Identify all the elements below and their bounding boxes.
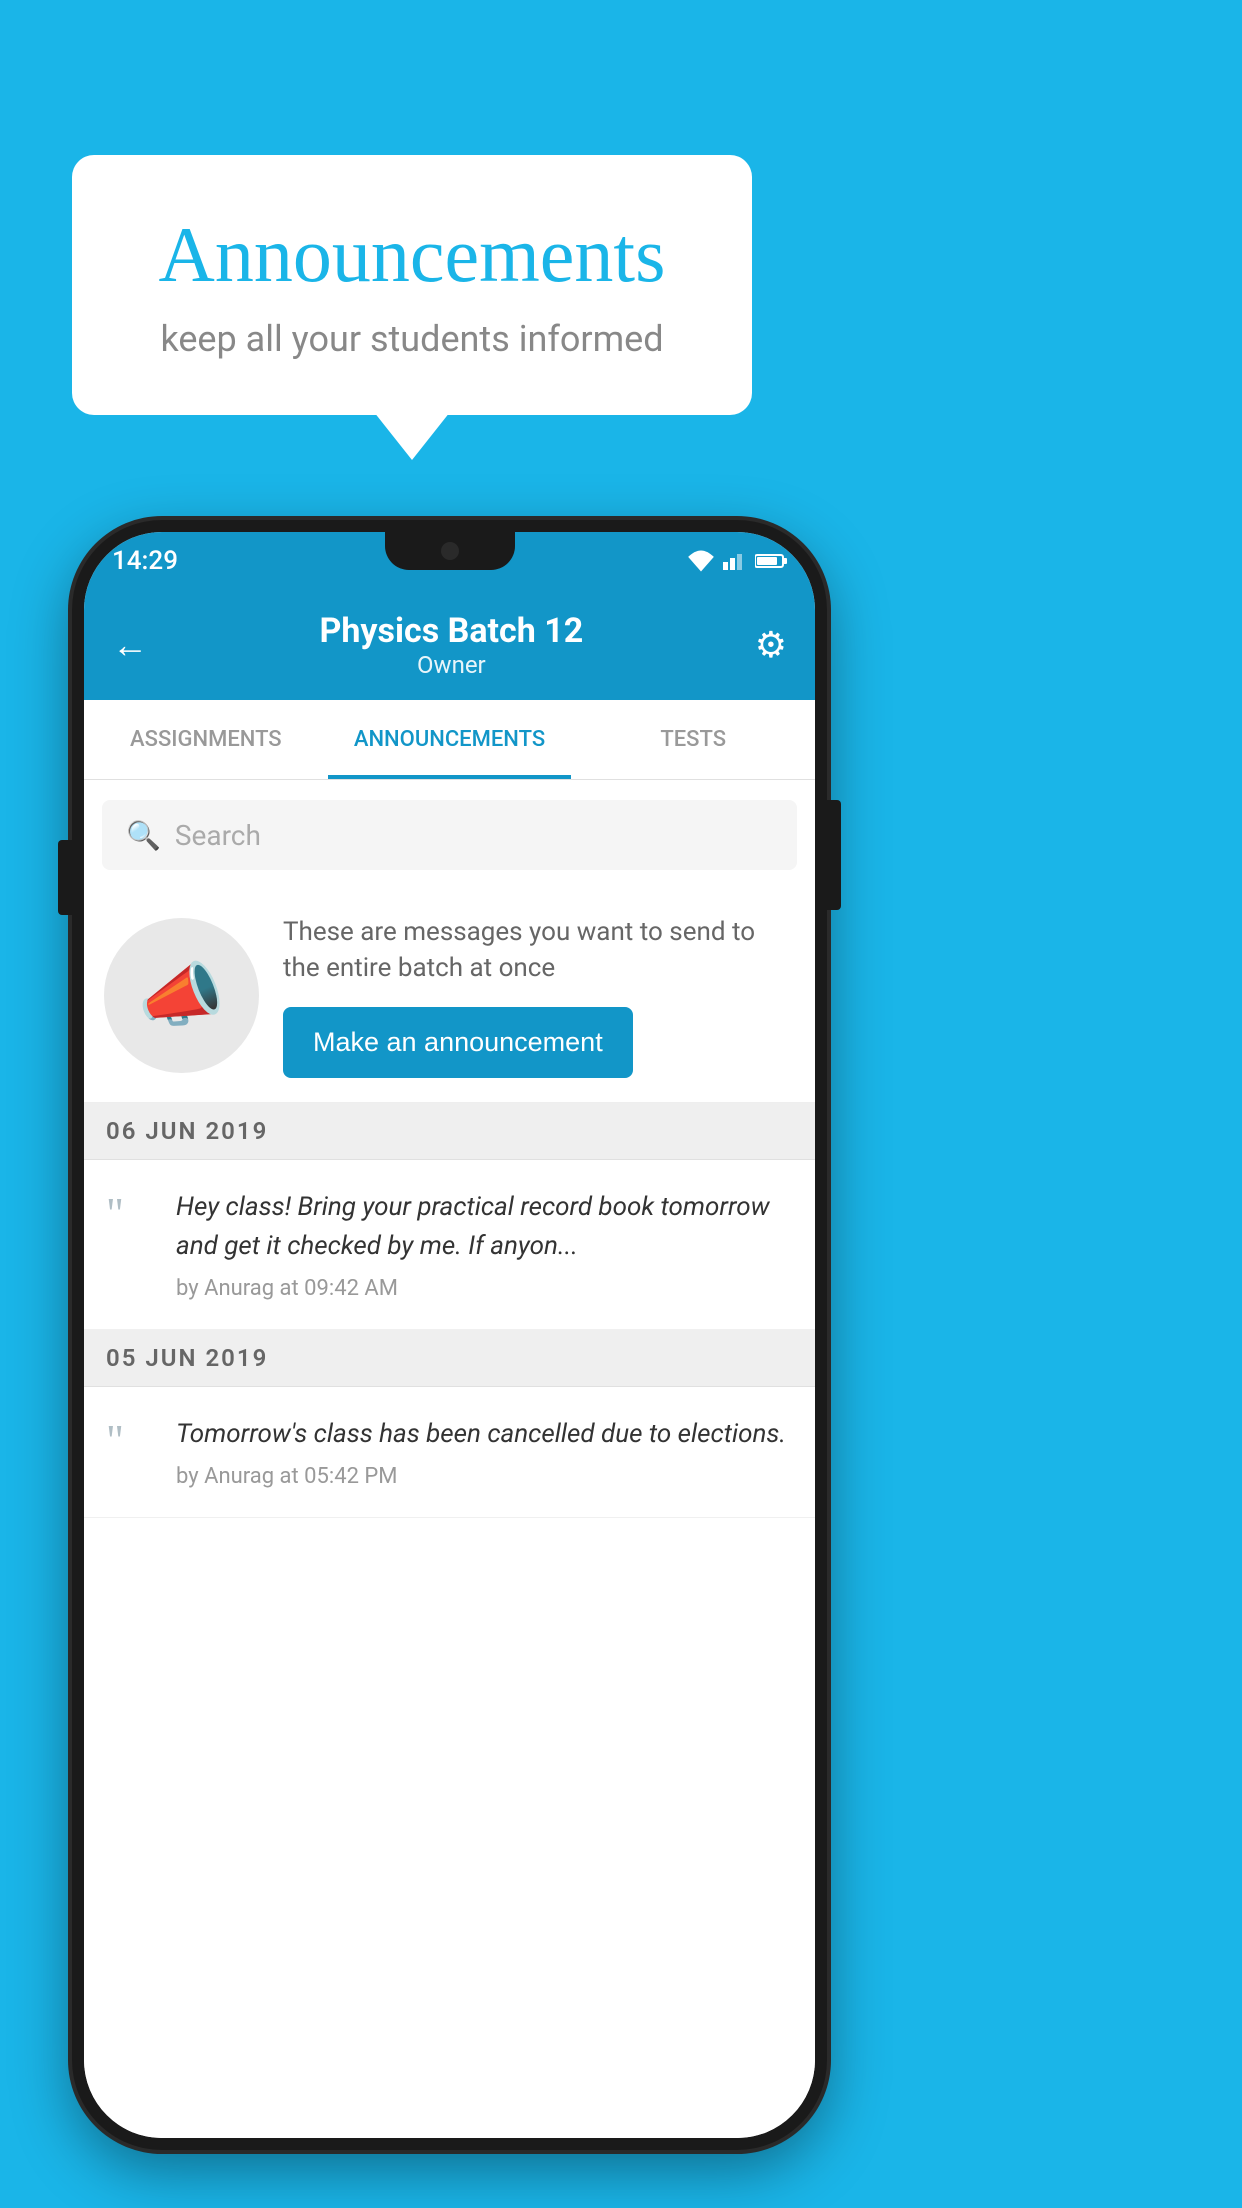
tab-announcements[interactable]: ANNOUNCEMENTS (328, 700, 572, 779)
tab-assignments[interactable]: ASSIGNMENTS (84, 700, 328, 779)
status-icons (687, 550, 787, 572)
speech-bubble-container: Announcements keep all your students inf… (72, 155, 752, 415)
date-separator-1: 06 JUN 2019 (84, 1103, 815, 1160)
make-announcement-button[interactable]: Make an announcement (283, 1007, 633, 1078)
announcement-text-1: Hey class! Bring your practical record b… (176, 1188, 793, 1266)
app-header: ← Physics Batch 12 Owner ⚙ (84, 590, 815, 700)
status-time: 14:29 (112, 546, 178, 576)
announcement-content-1: Hey class! Bring your practical record b… (176, 1188, 793, 1301)
phone-screen: 14:29 (84, 532, 815, 2138)
back-button[interactable]: ← (112, 624, 148, 666)
announcement-text-2: Tomorrow's class has been cancelled due … (176, 1415, 793, 1454)
quote-icon-1: " (106, 1192, 156, 1236)
megaphone-circle: 📣 (104, 918, 259, 1073)
header-title-block: Physics Batch 12 Owner (148, 611, 755, 679)
settings-button[interactable]: ⚙ (755, 624, 787, 666)
signal-icon (723, 550, 747, 572)
phone-wrapper: 14:29 (72, 520, 827, 2150)
notch (385, 532, 515, 570)
promo-description: These are messages you want to send to t… (283, 914, 795, 987)
announcement-promo: 📣 These are messages you want to send to… (84, 890, 815, 1103)
battery-icon (755, 550, 787, 572)
date-separator-2: 05 JUN 2019 (84, 1330, 815, 1387)
wifi-icon (687, 550, 715, 572)
megaphone-icon: 📣 (138, 955, 225, 1037)
header-role-subtitle: Owner (148, 651, 755, 679)
promo-right: These are messages you want to send to t… (283, 914, 795, 1078)
search-bar[interactable]: 🔍 Search (102, 800, 797, 870)
announcement-content-2: Tomorrow's class has been cancelled due … (176, 1415, 793, 1489)
announcement-item-1[interactable]: " Hey class! Bring your practical record… (84, 1160, 815, 1330)
content-area: 🔍 Search 📣 These are messages you want t… (84, 780, 815, 2138)
bubble-title: Announcements (132, 210, 692, 300)
announcement-author-2: by Anurag at 05:42 PM (176, 1464, 793, 1489)
announcement-item-2[interactable]: " Tomorrow's class has been cancelled du… (84, 1387, 815, 1518)
header-batch-title: Physics Batch 12 (148, 611, 755, 651)
search-icon: 🔍 (126, 819, 161, 852)
bubble-subtitle: keep all your students informed (132, 318, 692, 360)
announcement-author-1: by Anurag at 09:42 AM (176, 1276, 793, 1301)
speech-bubble: Announcements keep all your students inf… (72, 155, 752, 415)
phone-outer: 14:29 (72, 520, 827, 2150)
quote-icon-2: " (106, 1419, 156, 1463)
tabs-bar: ASSIGNMENTS ANNOUNCEMENTS TESTS (84, 700, 815, 780)
tab-tests[interactable]: TESTS (571, 700, 815, 779)
camera-dot (441, 542, 459, 560)
search-placeholder: Search (175, 819, 261, 852)
